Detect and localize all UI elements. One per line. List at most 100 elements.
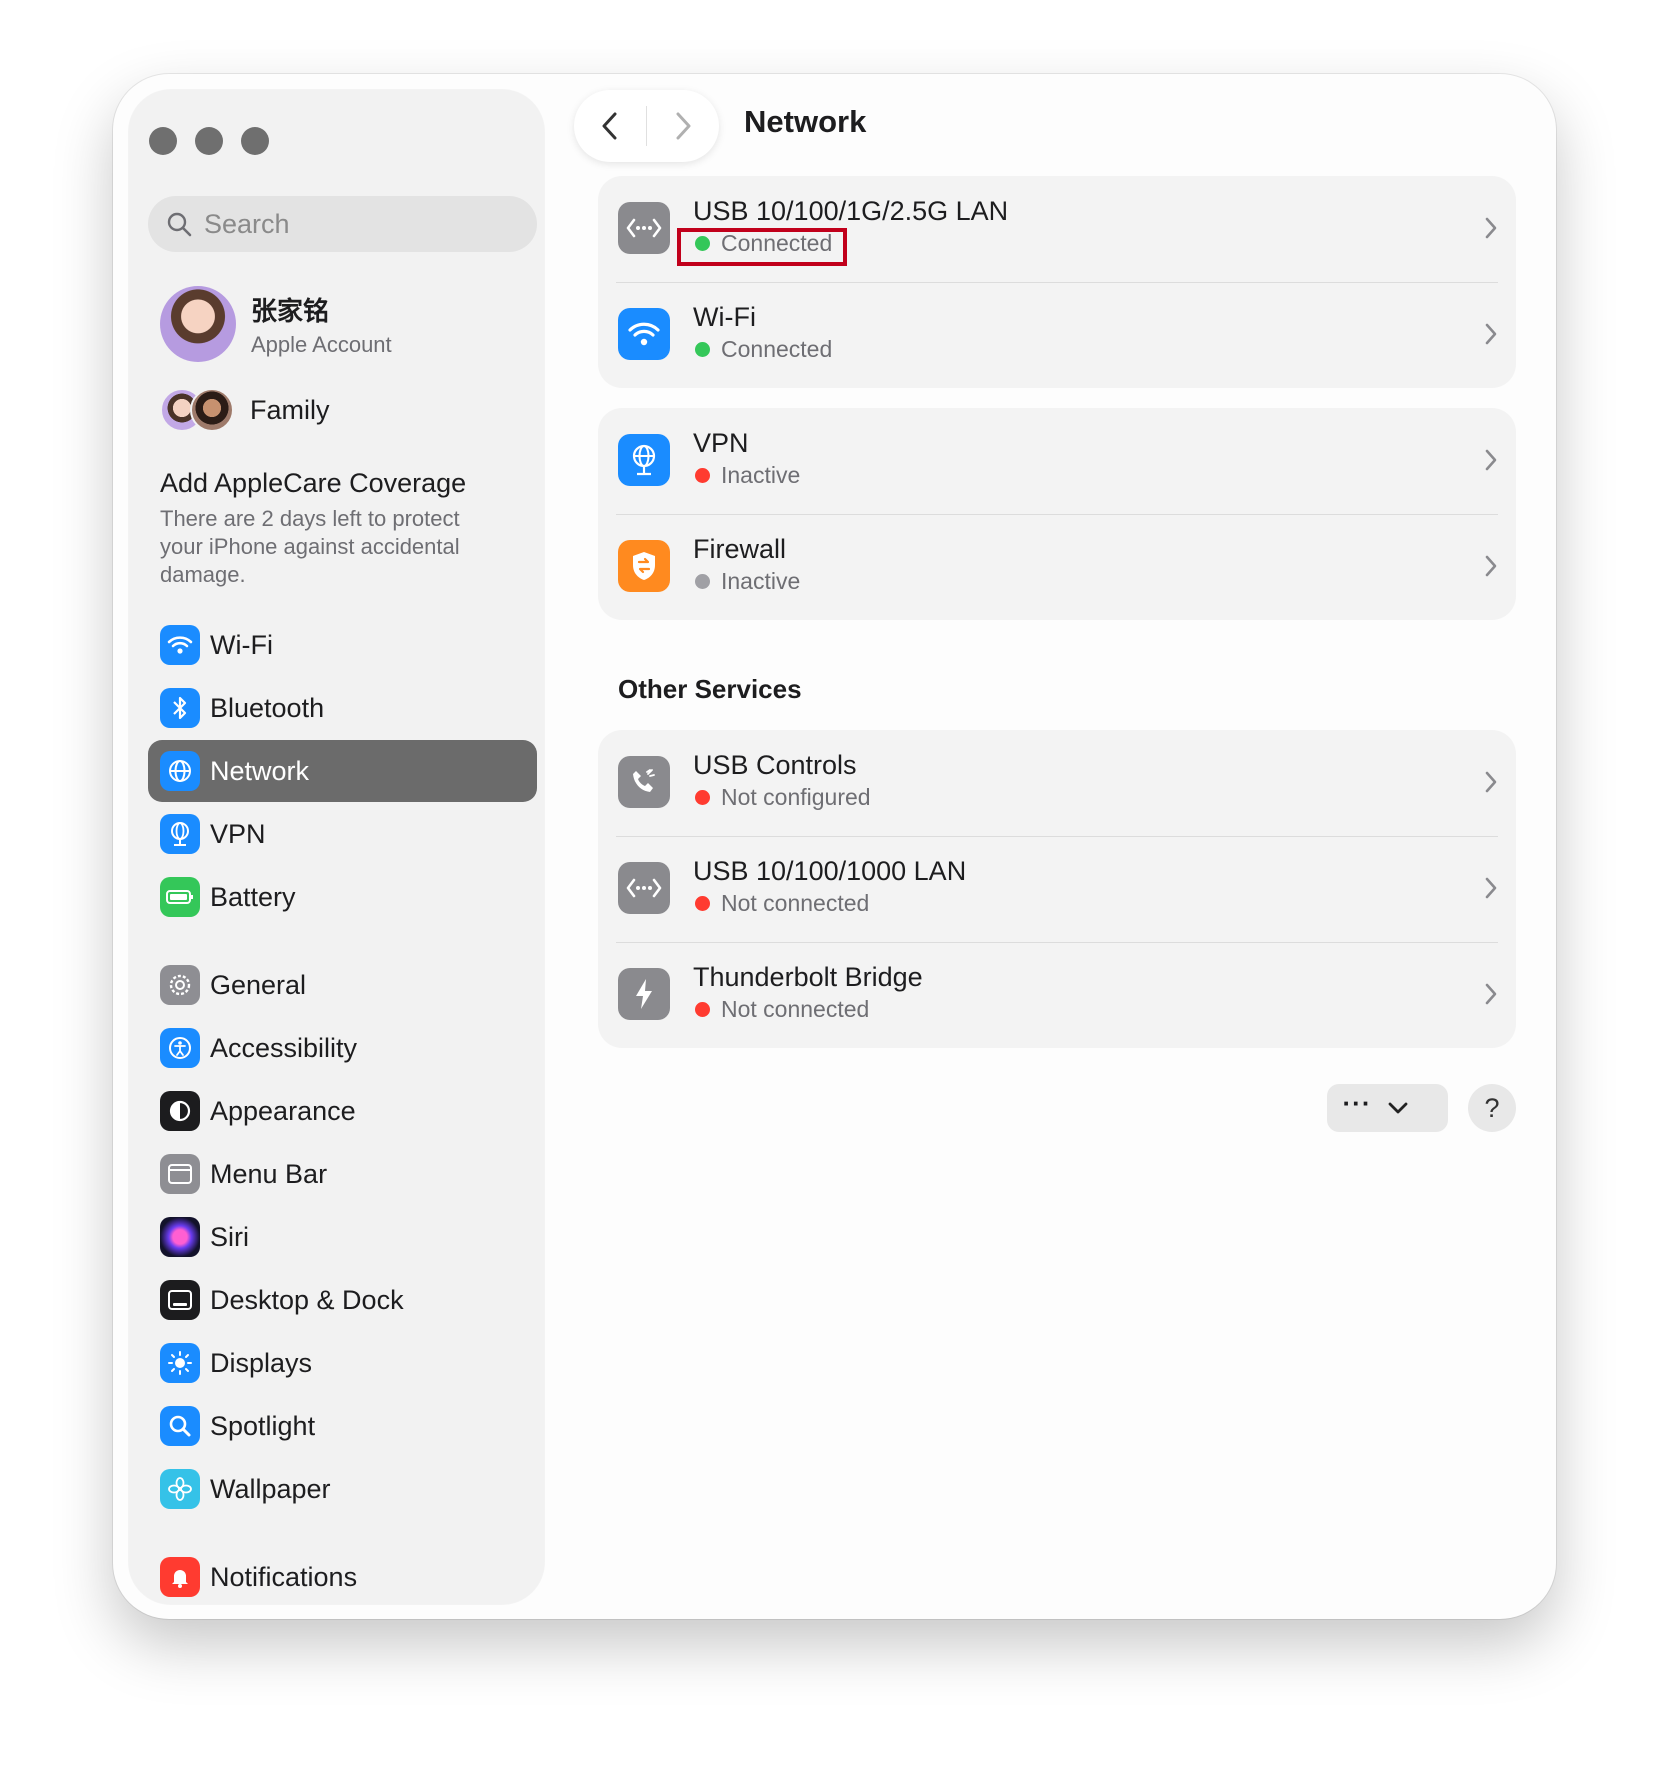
account-subtitle: Apple Account: [251, 331, 392, 357]
applecare-description: There are 2 days left to protect your iP…: [160, 506, 460, 587]
status-highlight-box: [677, 228, 847, 266]
sidebar-item-label: General: [210, 969, 307, 1000]
wifi-icon: [618, 308, 670, 360]
help-button[interactable]: ?: [1468, 1084, 1516, 1132]
service-row-usb-1000-lan[interactable]: USB 10/100/1000 LAN Not connected: [598, 836, 1516, 942]
sidebar-item-battery[interactable]: Battery: [148, 866, 537, 928]
chevron-right-icon: [1485, 983, 1497, 1005]
menubar-icon: [160, 1154, 200, 1194]
service-name: VPN: [693, 428, 749, 458]
wifi-icon: [160, 625, 200, 665]
sidebar-item-label: VPN: [210, 818, 266, 849]
service-row-vpn[interactable]: VPN Inactive: [598, 408, 1516, 514]
network-services-card: USB 10/100/1G/2.5G LAN Connected Wi-Fi C…: [598, 176, 1516, 388]
sidebar-item-label: Desktop & Dock: [210, 1284, 404, 1315]
status-dot: [695, 574, 710, 589]
account-name: 张家铭: [251, 295, 330, 326]
status-dot: [695, 896, 710, 911]
chevron-right-icon: [1485, 555, 1497, 577]
service-status-text: Connected: [721, 336, 833, 362]
sidebar-item-label: Battery: [210, 881, 296, 912]
service-row-wifi[interactable]: Wi-Fi Connected: [598, 282, 1516, 388]
service-status: Connected: [693, 336, 832, 363]
sidebar-item-general[interactable]: General: [148, 954, 537, 1016]
siri-icon: [160, 1217, 200, 1257]
avatar: [160, 286, 236, 362]
chevron-right-icon: [1485, 449, 1497, 471]
service-name: USB Controls: [693, 750, 857, 780]
firewall-shield-icon: [618, 540, 670, 592]
phone-icon: [618, 756, 670, 808]
family-entry[interactable]: Family: [160, 388, 330, 432]
settings-window: Search 张家铭 Apple Account Family Add Appl…: [113, 74, 1556, 1619]
service-name: USB 10/100/1000 LAN: [693, 856, 967, 886]
status-dot: [695, 790, 710, 805]
sidebar-item-spotlight[interactable]: Spotlight: [148, 1395, 537, 1457]
back-button[interactable]: [574, 90, 646, 162]
status-dot: [695, 342, 710, 357]
appearance-icon: [160, 1091, 200, 1131]
service-name: Thunderbolt Bridge: [693, 962, 923, 992]
status-dot: [695, 1002, 710, 1017]
applecare-title: Add AppleCare Coverage: [160, 468, 467, 498]
service-name: Wi-Fi: [693, 302, 756, 332]
sidebar-item-wallpaper[interactable]: Wallpaper: [148, 1458, 537, 1520]
sidebar-item-displays[interactable]: Displays: [148, 1332, 537, 1394]
sidebar-item-bluetooth[interactable]: Bluetooth: [148, 677, 537, 739]
status-dot: [695, 468, 710, 483]
family-avatar: [190, 388, 234, 432]
wallpaper-icon: [160, 1469, 200, 1509]
chevron-down-icon: [1388, 1102, 1408, 1114]
service-row-firewall[interactable]: Firewall Inactive: [598, 514, 1516, 620]
close-window-button[interactable]: [149, 127, 177, 155]
search-placeholder: Search: [204, 208, 290, 239]
sidebar-item-label: Notifications: [210, 1561, 358, 1592]
sidebar-item-siri[interactable]: Siri: [148, 1206, 537, 1268]
sidebar-item-label: Menu Bar: [210, 1158, 328, 1189]
applecare-promo[interactable]: Add AppleCare Coverage There are 2 days …: [160, 468, 500, 589]
sidebar: Search 张家铭 Apple Account Family Add Appl…: [129, 90, 544, 1604]
service-status: Not connected: [693, 890, 869, 917]
search-icon: [167, 212, 192, 237]
service-status: Inactive: [693, 568, 800, 595]
vpn-globe-icon: [160, 814, 200, 854]
search-field[interactable]: Search: [148, 196, 537, 252]
minimize-window-button[interactable]: [195, 127, 223, 155]
thunderbolt-icon: [618, 968, 670, 1020]
service-status-text: Not configured: [721, 784, 871, 810]
navigation-buttons: [574, 90, 719, 162]
sidebar-item-menu-bar[interactable]: Menu Bar: [148, 1143, 537, 1205]
sidebar-item-wifi[interactable]: Wi-Fi: [148, 614, 537, 676]
sidebar-item-desktop-dock[interactable]: Desktop & Dock: [148, 1269, 537, 1331]
sidebar-item-appearance[interactable]: Appearance: [148, 1080, 537, 1142]
chevron-right-icon: [676, 112, 691, 140]
sidebar-item-label: Wi-Fi: [210, 629, 273, 660]
sidebar-item-vpn[interactable]: VPN: [148, 803, 537, 865]
sidebar-item-network[interactable]: Network: [148, 740, 537, 802]
chevron-right-icon: [1485, 877, 1497, 899]
service-row-usb-controls[interactable]: USB Controls Not configured: [598, 730, 1516, 836]
more-actions-button[interactable]: ···: [1327, 1084, 1448, 1132]
chevron-left-icon: [602, 112, 617, 140]
service-row-usb-lan[interactable]: USB 10/100/1G/2.5G LAN Connected: [598, 176, 1516, 282]
sidebar-item-label: Accessibility: [210, 1032, 358, 1063]
bluetooth-icon: [160, 688, 200, 728]
zoom-window-button[interactable]: [241, 127, 269, 155]
sidebar-item-label: Bluetooth: [210, 692, 325, 723]
sidebar-item-label: Appearance: [210, 1095, 356, 1126]
displays-icon: [160, 1343, 200, 1383]
ethernet-icon: [618, 862, 670, 914]
other-services-card: USB Controls Not configured USB 10/100/1…: [598, 730, 1516, 1048]
sidebar-item-accessibility[interactable]: Accessibility: [148, 1017, 537, 1079]
service-status-text: Not connected: [721, 996, 870, 1022]
sidebar-item-notifications[interactable]: Notifications: [148, 1546, 537, 1604]
family-label: Family: [250, 394, 330, 425]
service-status-text: Not connected: [721, 890, 870, 916]
forward-button[interactable]: [647, 90, 719, 162]
apple-account-entry[interactable]: 张家铭 Apple Account: [160, 286, 392, 362]
service-name: USB 10/100/1G/2.5G LAN: [693, 196, 1009, 226]
chevron-right-icon: [1485, 217, 1497, 239]
service-row-thunderbolt-bridge[interactable]: Thunderbolt Bridge Not connected: [598, 942, 1516, 1048]
service-status-text: Inactive: [721, 568, 801, 594]
page-title: Network: [744, 104, 867, 139]
